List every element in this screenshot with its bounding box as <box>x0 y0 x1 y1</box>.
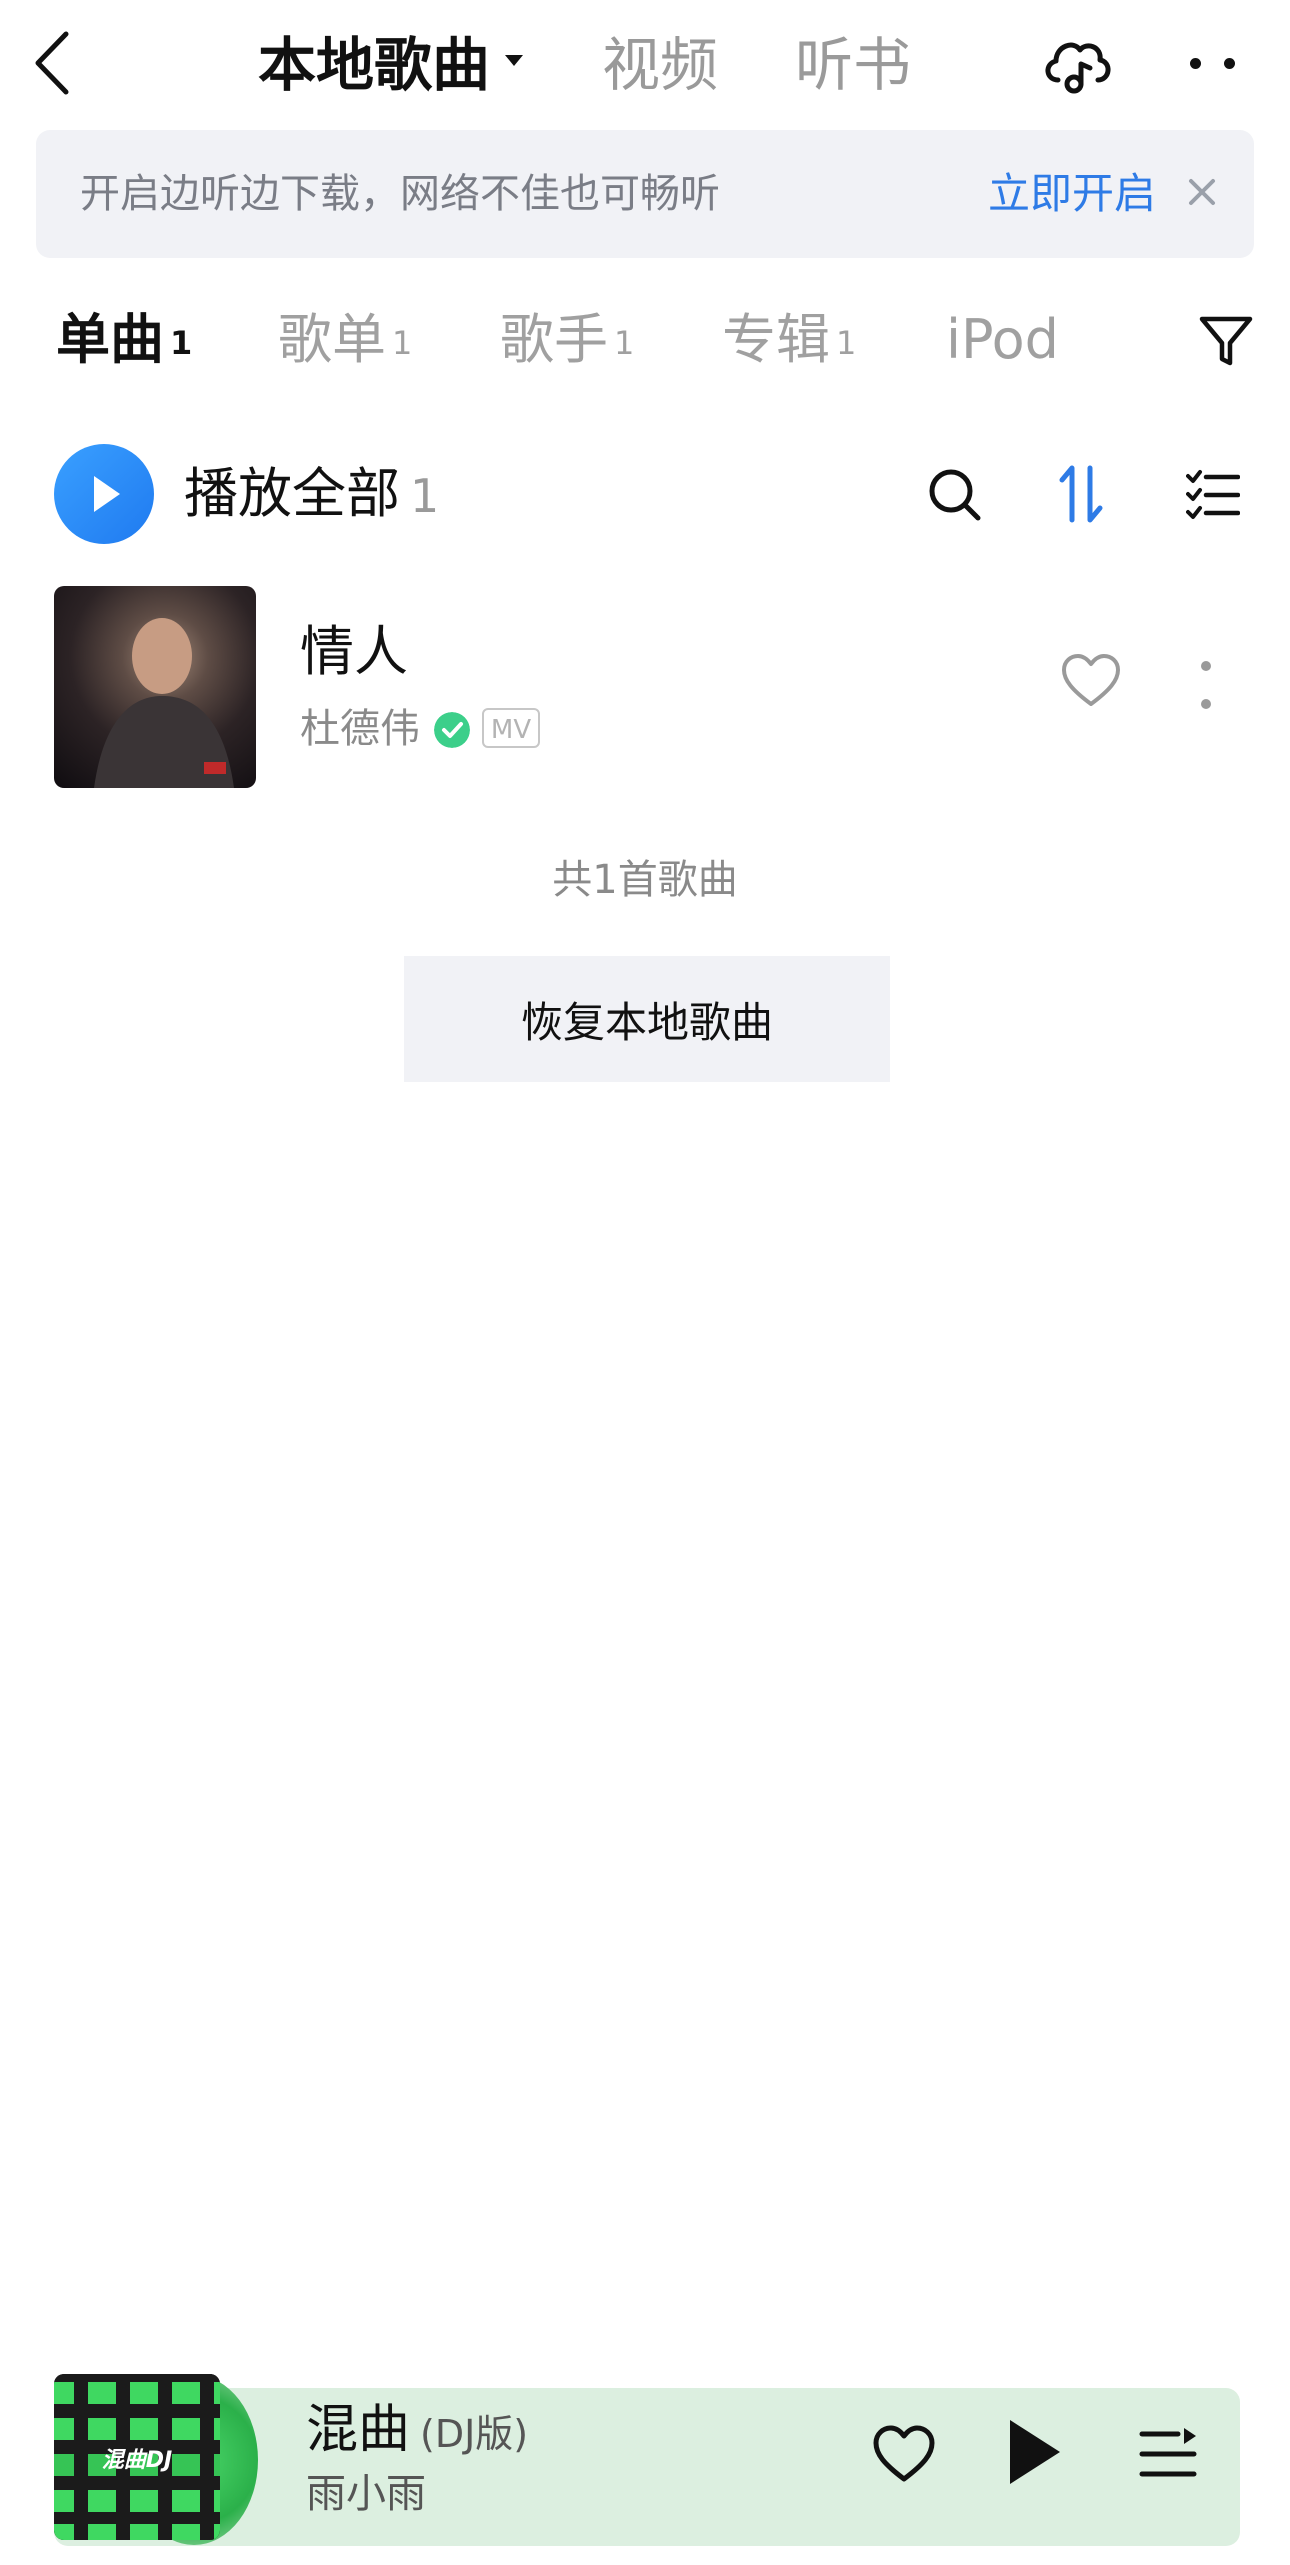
filter-icon[interactable] <box>1198 313 1254 369</box>
tab-label: 专辑 <box>722 308 830 371</box>
player-cover[interactable]: 混曲DJ <box>54 2374 220 2540</box>
tab-label: iPod <box>946 308 1059 371</box>
cloud-music-icon[interactable] <box>1040 30 1114 96</box>
verified-icon <box>434 712 470 748</box>
playlist-icon[interactable] <box>1138 2424 1198 2484</box>
more-vertical-icon[interactable] <box>1200 660 1212 710</box>
tab-label: 歌单 <box>278 308 386 371</box>
enable-now-link[interactable]: 立即开启 <box>988 166 1156 222</box>
player-artist: 雨小雨 <box>306 2471 426 2517</box>
song-artist[interactable]: 杜德伟 <box>300 700 420 758</box>
banner-text: 开启边听边下载，网络不佳也可畅听 <box>80 171 720 217</box>
player-song-title: 混曲 (DJ版) <box>306 2394 528 2470</box>
tab-videos[interactable]: 视频 <box>602 22 718 108</box>
tab-albums[interactable]: 专辑 1 <box>722 300 856 383</box>
album-cover-art <box>94 618 234 788</box>
player-title-text: 混曲 <box>306 2400 411 2460</box>
tab-count: 1 <box>836 324 857 362</box>
tab-count: 1 <box>392 324 413 362</box>
chevron-down-icon[interactable] <box>505 55 523 66</box>
play-all-count: 1 <box>410 469 440 523</box>
play-all-text: 播放全部 <box>184 462 400 525</box>
tab-local-songs[interactable]: 本地歌曲 <box>258 22 490 108</box>
close-icon[interactable] <box>1186 176 1218 208</box>
play-icon <box>94 476 120 512</box>
song-title: 情人 <box>300 620 408 683</box>
multi-select-icon[interactable] <box>1186 468 1240 522</box>
tab-count: 1 <box>614 324 635 362</box>
restore-local-songs-button[interactable]: 恢复本地歌曲 <box>404 956 890 1082</box>
tab-count: 1 <box>170 324 193 362</box>
tab-label: 单曲 <box>56 308 164 371</box>
mv-badge[interactable]: MV <box>482 708 540 748</box>
play-all-label[interactable]: 播放全部 1 <box>184 454 439 536</box>
album-cover <box>54 586 256 788</box>
more-icon[interactable] <box>1188 50 1242 78</box>
tab-audiobooks[interactable]: 听书 <box>795 22 911 108</box>
sort-icon[interactable] <box>1054 462 1110 526</box>
tab-singles[interactable]: 单曲 1 <box>56 300 192 383</box>
tab-label: 歌手 <box>500 308 608 371</box>
tab-ipod[interactable]: iPod <box>946 300 1059 380</box>
back-icon[interactable] <box>30 30 74 96</box>
like-icon[interactable] <box>872 2424 936 2484</box>
player-title-version: (DJ版) <box>420 2412 529 2456</box>
heart-icon[interactable] <box>1060 652 1122 708</box>
play-pause-icon[interactable] <box>1010 2420 1060 2484</box>
player-cover-text: 混曲DJ <box>101 2448 173 2473</box>
tab-artists[interactable]: 歌手 1 <box>500 300 634 383</box>
tab-playlists[interactable]: 歌单 1 <box>278 300 412 383</box>
song-total-count: 共1首歌曲 <box>552 857 738 903</box>
search-icon[interactable] <box>926 466 982 522</box>
